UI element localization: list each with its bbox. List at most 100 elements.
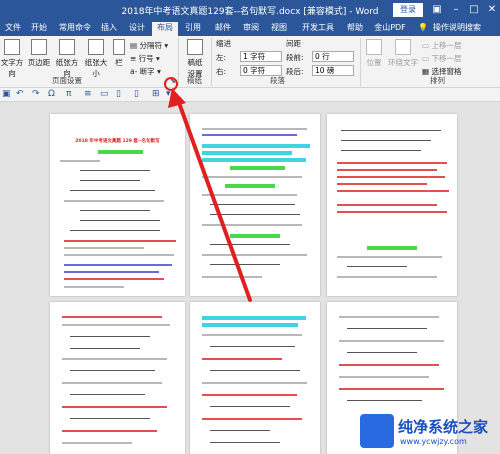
- text-line: [70, 230, 160, 231]
- send-backward-button[interactable]: ▭ 下移一层: [422, 53, 461, 64]
- text-line: [70, 336, 150, 337]
- pi-icon[interactable]: π: [66, 89, 71, 99]
- spacing-after-input[interactable]: 10 磅: [312, 65, 354, 76]
- page-thumbnail-4[interactable]: [50, 302, 185, 454]
- text-line: [202, 176, 302, 178]
- quick-access-toolbar: ▣ ↶ ↷ Ω π ≡ ▭ ▯ ▯ ⊞ ▾: [0, 88, 500, 102]
- table-icon[interactable]: ⊞: [152, 89, 160, 99]
- text-line: [62, 442, 132, 444]
- customize-toolbar-icon[interactable]: ▾: [166, 89, 171, 99]
- text-line: [210, 442, 280, 443]
- orientation-button[interactable]: 纸张方向: [54, 39, 80, 79]
- columns-label: 栏: [115, 58, 123, 67]
- page-thumbnail-1[interactable]: 2018 年中考语文真题 129 套--名句默写: [50, 114, 185, 296]
- tab-layout[interactable]: 布局: [152, 22, 178, 36]
- draft-settings-label-1: 稿纸: [187, 58, 203, 67]
- watermark-url: www.ycwjzy.com: [400, 437, 467, 446]
- draft-settings-icon: [187, 39, 203, 55]
- text-line: [337, 276, 437, 278]
- wrap-text-button[interactable]: 环绕文字: [388, 39, 418, 68]
- text-line: [202, 144, 310, 148]
- line-numbers-button[interactable]: ≡ 行号 ▾: [130, 53, 160, 64]
- text-line: [202, 323, 298, 327]
- position-label: 位置: [366, 58, 382, 67]
- save-icon[interactable]: ▣: [2, 89, 11, 99]
- watermark: 纯净系统之家 www.ycwjzy.com: [360, 410, 500, 454]
- text-line: [230, 166, 285, 170]
- text-line: [337, 183, 427, 185]
- draft-settings-button[interactable]: 稿纸 设置: [182, 39, 208, 79]
- text-line: [62, 316, 162, 318]
- margins-button[interactable]: 页边距: [27, 39, 51, 68]
- text-direction-button[interactable]: 文字方向: [0, 39, 24, 79]
- tab-design[interactable]: 设计: [126, 22, 148, 36]
- maximize-icon[interactable]: □: [467, 3, 481, 17]
- orientation-icon: [59, 39, 75, 55]
- numbering-icon[interactable]: ≡: [84, 89, 92, 99]
- login-button[interactable]: 登录: [393, 3, 423, 17]
- indent-right-label: 右:: [216, 67, 227, 76]
- text-line: [70, 418, 150, 419]
- text-line: [62, 406, 167, 408]
- redo-icon[interactable]: ↷: [32, 89, 40, 99]
- tab-mailings[interactable]: 邮件: [212, 22, 234, 36]
- tab-home[interactable]: 开始: [28, 22, 50, 36]
- spacing-title: 间距: [286, 39, 301, 48]
- tab-kingsoft-pdf[interactable]: 金山PDF: [370, 22, 410, 36]
- tab-view[interactable]: 视图: [268, 22, 290, 36]
- page-setup-launcher-icon[interactable]: ⬊: [170, 77, 176, 85]
- columns-button[interactable]: 栏: [112, 39, 126, 68]
- position-button[interactable]: 位置: [364, 39, 384, 68]
- undo-icon[interactable]: ↶: [16, 89, 24, 99]
- text-line: [202, 128, 307, 130]
- hyphenation-button[interactable]: a- 断字 ▾: [130, 66, 161, 77]
- tab-common-commands[interactable]: 常用命令: [56, 22, 94, 36]
- text-line: [98, 150, 143, 154]
- page-thumbnail-3[interactable]: [327, 114, 457, 296]
- text-line: [210, 370, 300, 371]
- page-thumbnail-2[interactable]: [190, 114, 320, 296]
- tab-developer[interactable]: 开发工具: [298, 22, 338, 36]
- text-line: [339, 376, 429, 378]
- text-direction-label: 文字方向: [0, 58, 24, 78]
- ribbon-display-icon[interactable]: ▣: [430, 3, 444, 17]
- spacing-before-input[interactable]: 0 行: [312, 51, 354, 62]
- breaks-button[interactable]: ▤ 分隔符 ▾: [130, 40, 168, 51]
- minimize-icon[interactable]: –: [449, 3, 463, 17]
- text-line: [341, 150, 421, 151]
- insert-icon[interactable]: ▭: [100, 89, 109, 99]
- document-icon[interactable]: ▯: [134, 89, 139, 99]
- text-line: [337, 204, 437, 206]
- text-line: [70, 370, 155, 371]
- margins-label: 页边距: [27, 58, 51, 67]
- size-button[interactable]: 纸张大小: [83, 39, 109, 79]
- tab-references[interactable]: 引用: [182, 22, 204, 36]
- document-area[interactable]: 2018 年中考语文真题 129 套--名句默写: [0, 102, 500, 454]
- tab-review[interactable]: 审阅: [240, 22, 262, 36]
- bring-forward-button[interactable]: ▭ 上移一层: [422, 40, 461, 51]
- page-thumbnail-5[interactable]: [190, 302, 320, 454]
- tab-insert[interactable]: 插入: [98, 22, 120, 36]
- breaks-label: 分隔符: [139, 41, 162, 50]
- text-line: [339, 364, 439, 366]
- arrange-group-label: 排列: [430, 76, 445, 85]
- close-icon[interactable]: ✕: [485, 3, 499, 17]
- position-icon: [366, 39, 382, 55]
- text-line: [341, 140, 431, 141]
- text-line: [337, 176, 445, 178]
- text-line: [80, 210, 150, 211]
- tab-help[interactable]: 帮助: [344, 22, 366, 36]
- draft-group-label: 稿纸: [187, 76, 202, 85]
- omega-icon[interactable]: Ω: [48, 89, 55, 99]
- indent-left-input[interactable]: 1 字符: [240, 51, 282, 62]
- tell-me-search[interactable]: 操作说明搜索: [428, 22, 486, 36]
- text-line: [202, 382, 307, 384]
- text-line: [202, 158, 306, 162]
- page-icon[interactable]: ▯: [116, 89, 121, 99]
- tab-file[interactable]: 文件: [2, 22, 24, 36]
- page-title: 2018 年中考语文真题 129 套--名句默写: [75, 139, 160, 144]
- divider: [178, 38, 179, 86]
- wrap-text-label: 环绕文字: [388, 58, 418, 67]
- text-line: [210, 346, 295, 347]
- lightbulb-icon: 💡: [418, 23, 428, 32]
